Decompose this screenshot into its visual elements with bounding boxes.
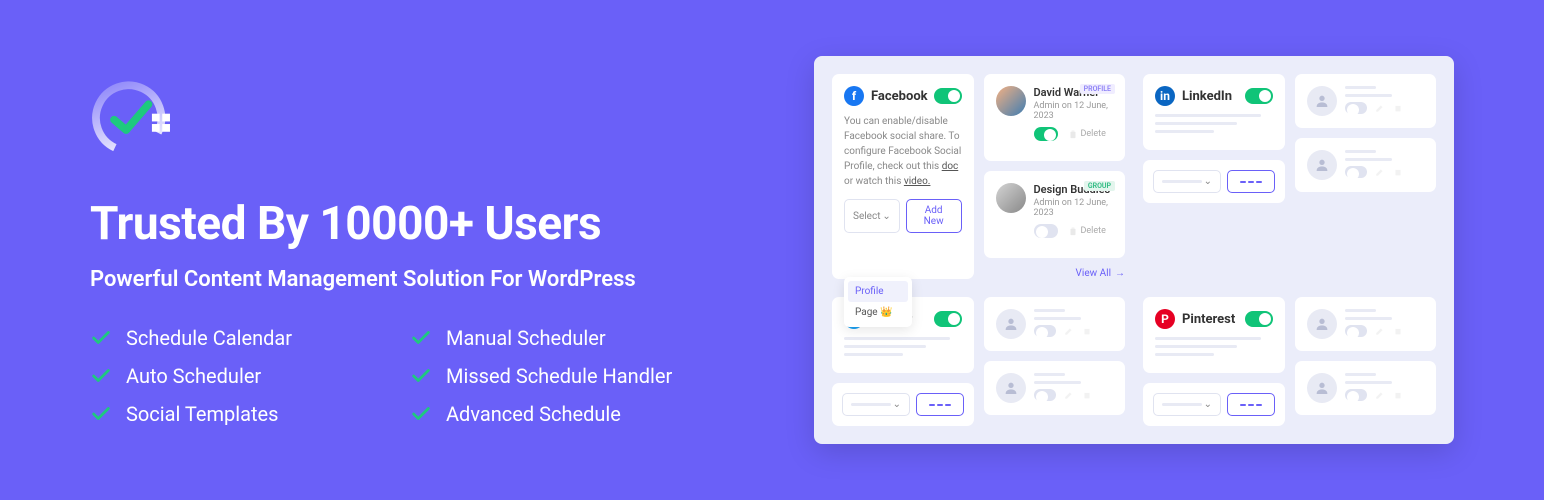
select-dropdown: Profile Page 👑 (844, 277, 912, 327)
view-all-link[interactable]: View All → (984, 268, 1126, 279)
dropdown-page[interactable]: Page 👑 (848, 302, 908, 323)
profile-card: PROFILE David Warner Admin on 12 June, 2… (984, 74, 1126, 161)
add-button-placeholder[interactable] (916, 393, 963, 416)
select-card: ⌄ (832, 383, 974, 426)
feature-item: Manual Scheduler (410, 326, 690, 350)
avatar-placeholder (1307, 373, 1337, 403)
avatar (996, 183, 1026, 213)
linkedin-card: in LinkedIn (1143, 74, 1285, 150)
profile-meta: Admin on 12 June, 2023 (1034, 198, 1114, 218)
placeholder-profile (1295, 138, 1437, 192)
select-card: ⌄ (1143, 160, 1285, 203)
chevron-down-icon: ⌄ (893, 399, 901, 410)
facebook-label: Facebook (871, 89, 928, 104)
product-logo (90, 75, 176, 161)
group-badge: GROUP (1084, 181, 1115, 191)
placeholder-profile (1295, 361, 1437, 415)
profile-toggle[interactable] (1034, 127, 1058, 141)
chevron-down-icon: ⌄ (1204, 176, 1212, 187)
facebook-card: f Facebook You can enable/disable Faceboo… (832, 74, 974, 279)
facebook-select[interactable]: Select⌄ (844, 199, 900, 233)
avatar (996, 86, 1026, 116)
feature-item: Auto Scheduler (90, 364, 370, 388)
placeholder-profile (1295, 74, 1437, 128)
profile-card: GROUP Design Buddies Admin on 12 June, 2… (984, 171, 1126, 258)
profile-badge: PROFILE (1080, 84, 1115, 94)
linkedin-label: LinkedIn (1182, 89, 1232, 104)
dropdown-profile[interactable]: Profile (848, 281, 908, 302)
placeholder-profile (984, 361, 1126, 415)
profile-toggle[interactable] (1034, 224, 1058, 238)
pinterest-label: Pinterest (1182, 312, 1235, 327)
pinterest-icon: P (1155, 309, 1175, 329)
facebook-desc: You can enable/disable Facebook social s… (844, 114, 962, 189)
pinterest-card: P Pinterest (1143, 297, 1285, 373)
chevron-down-icon: ⌄ (1204, 399, 1212, 410)
facebook-toggle[interactable] (934, 88, 962, 104)
placeholder-profile (1295, 297, 1437, 351)
add-button-placeholder[interactable] (1227, 393, 1274, 416)
toggle-placeholder[interactable] (1345, 389, 1367, 401)
avatar-placeholder (996, 309, 1026, 339)
hero-title: Trusted By 10000+ Users (90, 197, 754, 251)
toggle-placeholder[interactable] (1034, 325, 1056, 337)
placeholder-profile (984, 297, 1126, 351)
select-placeholder[interactable]: ⌄ (1153, 170, 1221, 193)
linkedin-toggle[interactable] (1245, 88, 1273, 104)
feature-item: Advanced Schedule (410, 402, 690, 426)
hero-subtitle: Powerful Content Management Solution For… (90, 267, 754, 292)
twitter-toggle[interactable] (934, 311, 962, 327)
feature-item: Social Templates (90, 402, 370, 426)
chevron-down-icon: ⌄ (882, 211, 890, 222)
avatar-placeholder (1307, 86, 1337, 116)
dashboard-panel: f Facebook You can enable/disable Faceboo… (814, 56, 1454, 444)
toggle-placeholder[interactable] (1345, 166, 1367, 178)
toggle-placeholder[interactable] (1034, 389, 1056, 401)
select-placeholder[interactable]: ⌄ (1153, 393, 1221, 416)
pinterest-toggle[interactable] (1245, 311, 1273, 327)
select-card: ⌄ (1143, 383, 1285, 426)
toggle-placeholder[interactable] (1345, 325, 1367, 337)
select-placeholder[interactable]: ⌄ (842, 393, 910, 416)
add-new-button[interactable]: Add New (906, 199, 962, 233)
feature-item: Missed Schedule Handler (410, 364, 690, 388)
feature-item: Schedule Calendar (90, 326, 370, 350)
delete-button[interactable]: Delete (1068, 226, 1106, 236)
delete-button[interactable]: Delete (1068, 129, 1106, 139)
profile-meta: Admin on 12 June, 2023 (1034, 101, 1114, 121)
facebook-icon: f (844, 86, 864, 106)
avatar-placeholder (996, 373, 1026, 403)
add-button-placeholder[interactable] (1227, 170, 1274, 193)
toggle-placeholder[interactable] (1345, 102, 1367, 114)
avatar-placeholder (1307, 150, 1337, 180)
linkedin-icon: in (1155, 86, 1175, 106)
avatar-placeholder (1307, 309, 1337, 339)
